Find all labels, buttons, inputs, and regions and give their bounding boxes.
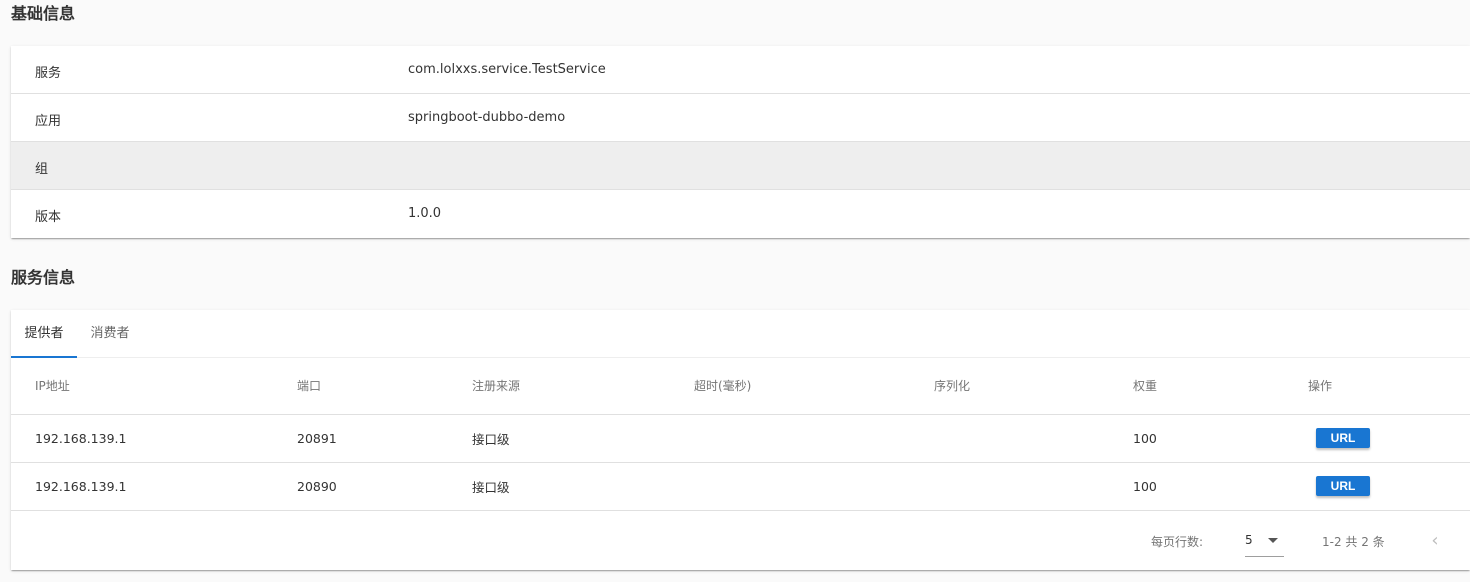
column-header-timeout[interactable]: 超时(毫秒): [694, 358, 934, 415]
rows-per-page-label: 每页行数:: [1151, 534, 1204, 549]
cell-source: 接口级: [472, 462, 694, 511]
info-value: springboot-dubbo-demo: [408, 110, 566, 125]
info-value: com.lolxxs.service.TestService: [408, 62, 606, 77]
table-row: 192.168.139.1 20891 接口级 100 URL: [11, 414, 1470, 463]
column-header-weight[interactable]: 权重: [1133, 358, 1308, 415]
info-label: 组: [35, 162, 49, 177]
column-header-serialization[interactable]: 序列化: [934, 358, 1133, 415]
dropdown-arrow-icon: [1268, 537, 1278, 543]
providers-table: IP地址 端口 注册来源 超时(毫秒) 序列化 权重 操作 192.168.13…: [11, 358, 1470, 511]
cell-serialization: [934, 462, 1133, 511]
info-row-version: 版本 1.0.0: [11, 190, 1470, 238]
column-header-port[interactable]: 端口: [297, 358, 472, 415]
cell-ip: 192.168.139.1: [11, 462, 297, 511]
cell-timeout: [694, 462, 934, 511]
info-row-service: 服务 com.lolxxs.service.TestService: [11, 46, 1470, 94]
page-range-text: 1-2 共 2 条: [1322, 534, 1385, 549]
tab-bar: 提供者 消费者: [11, 310, 1470, 358]
cell-weight: 100: [1133, 462, 1308, 511]
cell-source: 接口级: [472, 414, 694, 463]
info-row-group: 组: [11, 142, 1470, 190]
basic-info-card: 服务 com.lolxxs.service.TestService 应用 spr…: [11, 46, 1470, 238]
active-tab-indicator: [11, 356, 77, 358]
service-info-title: 服务信息: [11, 268, 76, 287]
cell-timeout: [694, 414, 934, 463]
url-button[interactable]: URL: [1316, 428, 1370, 448]
table-header-row: IP地址 端口 注册来源 超时(毫秒) 序列化 权重 操作: [11, 358, 1470, 415]
cell-action: URL: [1308, 462, 1470, 511]
basic-info-title: 基础信息: [11, 4, 76, 23]
info-label: 应用: [35, 114, 62, 129]
cell-weight: 100: [1133, 414, 1308, 463]
tab-providers[interactable]: 提供者: [11, 310, 77, 358]
service-info-card: 提供者 消费者 IP地址 端口 注册来源 超时(毫秒) 序列化 权重 操作 19…: [11, 310, 1470, 570]
cell-action: URL: [1308, 414, 1470, 463]
column-header-source[interactable]: 注册来源: [472, 358, 694, 415]
table-row: 192.168.139.1 20890 接口级 100 URL: [11, 462, 1470, 511]
column-header-ip[interactable]: IP地址: [11, 358, 297, 415]
cell-serialization: [934, 414, 1133, 463]
chevron-left-icon[interactable]: ‹: [1423, 529, 1447, 553]
cell-port: 20890: [297, 462, 472, 511]
rows-per-page-select[interactable]: 5: [1245, 525, 1284, 557]
rows-per-page-value: 5: [1245, 532, 1253, 547]
cell-port: 20891: [297, 414, 472, 463]
tab-consumers[interactable]: 消费者: [77, 310, 143, 358]
column-header-action: 操作: [1308, 358, 1470, 415]
cell-ip: 192.168.139.1: [11, 414, 297, 463]
info-value: 1.0.0: [408, 206, 442, 221]
info-label: 服务: [35, 66, 62, 81]
table-footer: 每页行数: 5 1-2 共 2 条 ‹: [11, 511, 1470, 569]
info-label: 版本: [35, 210, 62, 225]
url-button[interactable]: URL: [1316, 476, 1370, 496]
info-row-application: 应用 springboot-dubbo-demo: [11, 94, 1470, 142]
